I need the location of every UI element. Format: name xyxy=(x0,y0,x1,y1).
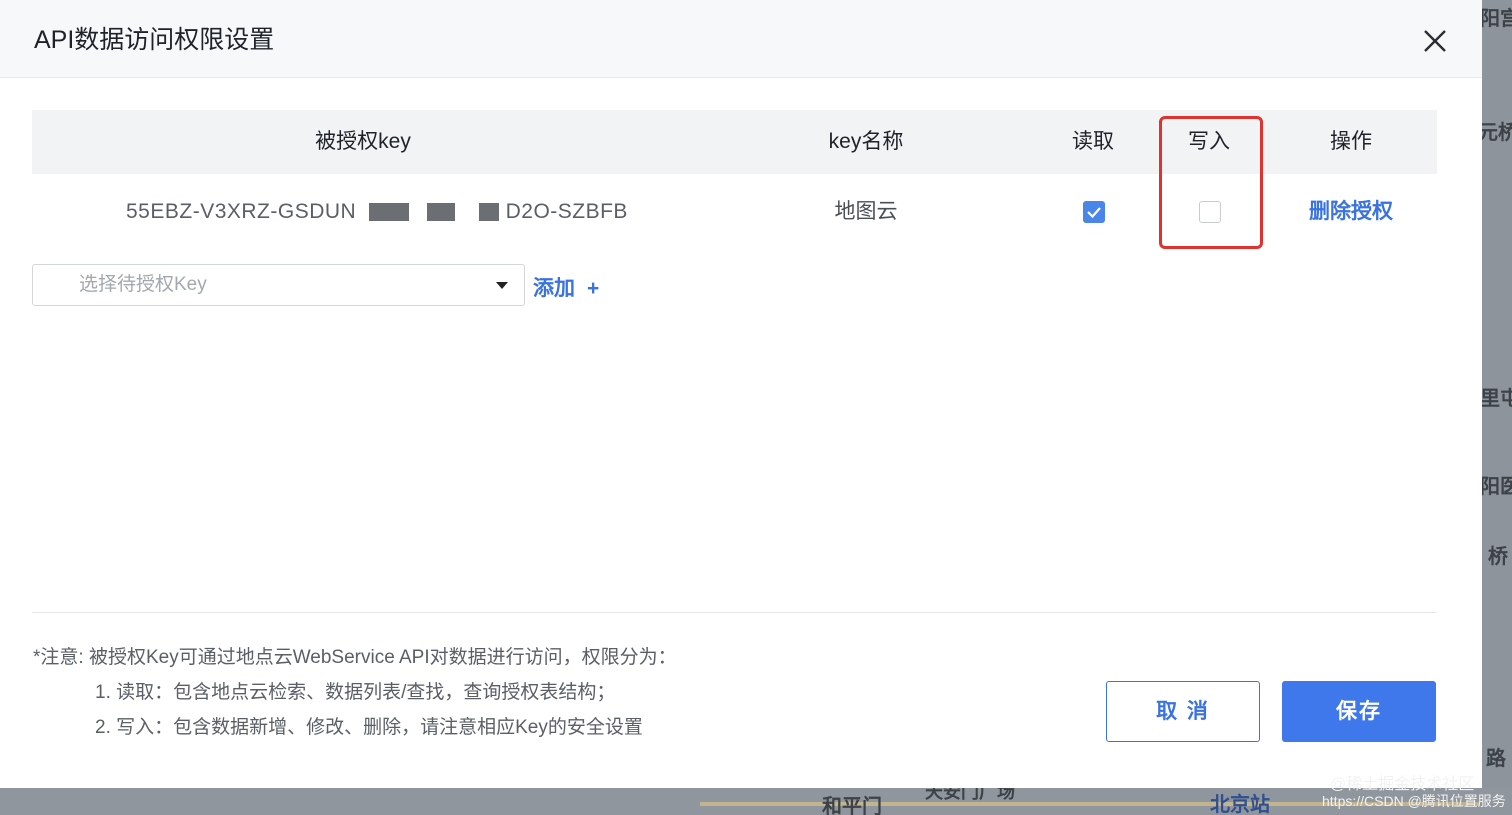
map-label: 天安门广场 xyxy=(925,788,1015,802)
add-button[interactable]: 添加 + xyxy=(533,272,599,302)
note-line: 2. 写入：包含数据新增、修改、删除，请注意相应Key的安全设置 xyxy=(95,717,643,738)
map-label: 元桥 xyxy=(1482,122,1512,144)
map-label: 北京站 xyxy=(1210,794,1270,815)
map-label: 和平门 xyxy=(822,796,882,815)
note-line: *注意: 被授权Key可通过地点云WebService API对数据进行访问，权… xyxy=(33,647,677,668)
map-label: 阳宫 xyxy=(1482,8,1512,30)
redacted-block xyxy=(426,203,455,222)
note-line: 1. 读取：包含地点云检索、数据列表/查找，查询授权表结构； xyxy=(95,682,616,703)
column-header-action: 操作 xyxy=(1330,130,1372,153)
permission-notes: *注意: 被授权Key可通过地点云WebService API对数据进行访问，权… xyxy=(33,640,677,745)
plus-icon: + xyxy=(587,277,600,300)
key-value: 55EBZ-V3XRZ-GSDUN D2O-SZBFB xyxy=(126,174,628,250)
map-label: 路 xyxy=(1486,748,1506,770)
caret-down-icon xyxy=(496,282,508,289)
background-map-strip: 阳宫 元桥 里屯 阳医 桥 路 xyxy=(1482,0,1512,815)
permission-dialog: API数据访问权限设置 被授权key key名称 读取 写入 操作 55EBZ-… xyxy=(0,0,1482,788)
map-label: 阳医 xyxy=(1482,476,1512,498)
permission-table: 被授权key key名称 读取 写入 操作 55EBZ-V3XRZ-GSDUN … xyxy=(32,110,1437,250)
divider xyxy=(32,612,1437,613)
key-suffix: D2O-SZBFB xyxy=(505,200,628,223)
revoke-link[interactable]: 删除授权 xyxy=(1291,174,1411,250)
watermark-text: https://CSDN @腾讯位置服务 xyxy=(1322,793,1506,809)
save-button[interactable]: 保存 xyxy=(1282,681,1436,742)
column-header-write: 写入 xyxy=(1188,130,1230,153)
redacted-block xyxy=(368,203,409,222)
dialog-header: API数据访问权限设置 xyxy=(0,0,1482,78)
write-checkbox[interactable] xyxy=(1199,201,1221,223)
table-header: 被授权key key名称 读取 写入 操作 xyxy=(32,110,1437,174)
read-checkbox[interactable] xyxy=(1083,201,1105,223)
background-map-bottom: 和平门 天安门广场 北京站 xyxy=(0,788,1512,815)
dialog-title: API数据访问权限设置 xyxy=(34,26,275,54)
cancel-button[interactable]: 取 消 xyxy=(1106,681,1260,742)
key-prefix: 55EBZ-V3XRZ-GSDUN xyxy=(126,200,357,223)
add-label: 添加 xyxy=(533,277,575,300)
check-icon xyxy=(1087,207,1101,219)
redacted-block xyxy=(479,203,500,222)
map-label: 桥 xyxy=(1488,546,1508,568)
column-header-read: 读取 xyxy=(1072,130,1114,153)
key-select-placeholder: 选择待授权Key xyxy=(79,274,207,295)
table-row: 55EBZ-V3XRZ-GSDUN D2O-SZBFB 地图云 删除授权 xyxy=(32,174,1437,250)
column-header-key: 被授权key xyxy=(315,130,411,153)
key-name-cell: 地图云 xyxy=(834,200,898,223)
column-header-key-name: key名称 xyxy=(828,130,904,153)
map-label: 里屯 xyxy=(1482,388,1512,410)
key-select[interactable]: 选择待授权Key xyxy=(32,264,525,306)
close-icon[interactable] xyxy=(1418,24,1452,58)
